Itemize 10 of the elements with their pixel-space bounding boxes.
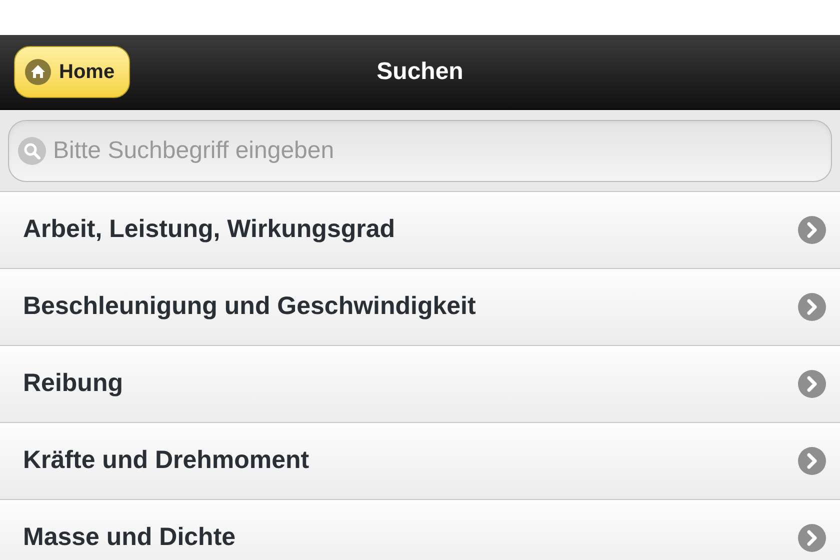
chevron-icon [798,524,826,552]
home-button[interactable]: Home [14,46,130,98]
chevron-icon [798,216,826,244]
chevron-icon [798,293,826,321]
chevron-icon [798,370,826,398]
search-icon [18,136,46,164]
page-title: Suchen [376,57,464,87]
search-field[interactable]: Bitte Suchbegriff eingeben [8,120,832,182]
chevron-icon [798,447,826,475]
home-icon [25,59,51,85]
